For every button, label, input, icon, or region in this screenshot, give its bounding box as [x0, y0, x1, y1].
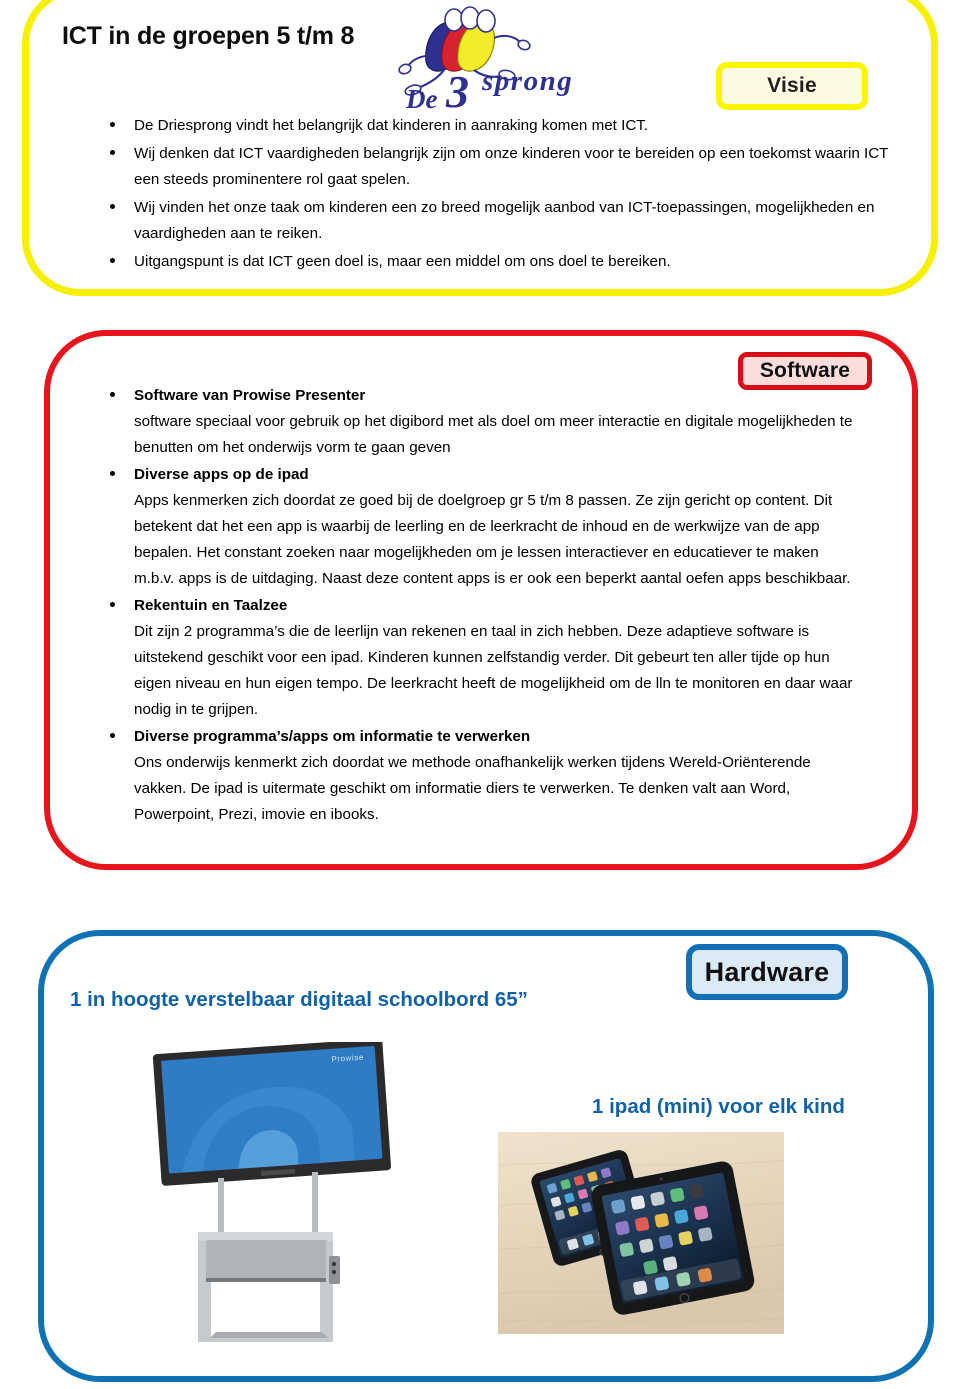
visie-bullet-text: Uitgangspunt is dat ICT geen doel is, ma…	[134, 253, 671, 270]
software-item-heading: Rekentuin en Taalzee	[134, 597, 288, 615]
list-item: Software van Prowise Presenter software …	[100, 383, 860, 460]
software-item-body: software speciaal voor gebruik op het di…	[134, 412, 853, 456]
list-item: Rekentuin en Taalzee Dit zijn 2 programm…	[100, 593, 860, 722]
visie-bullet-text: Wij denken dat ICT vaardigheden belangri…	[134, 145, 889, 188]
software-item-heading: Diverse apps op de ipad	[134, 466, 309, 484]
page-title: ICT in de groepen 5 t/m 8	[62, 22, 355, 50]
ipad-heading: 1 ipad (mini) voor elk kind	[592, 1095, 845, 1118]
svg-text:De: De	[405, 84, 437, 114]
badge-hardware: Hardware	[686, 944, 848, 1000]
schoolboard-heading: 1 in hoogte verstelbaar digitaal schoolb…	[70, 988, 528, 1011]
digital-schoolboard-image: Prowise	[140, 1038, 410, 1350]
software-item-body: Ons onderwijs kenmerkt zich doordat we m…	[134, 754, 811, 823]
badge-visie-label: Visie	[767, 74, 817, 97]
software-bullet-list: Software van Prowise Presenter software …	[100, 383, 860, 830]
list-item: De Driesprong vindt het belangrijk dat k…	[100, 113, 890, 139]
software-item-body: Dit zijn 2 programma’s die de leerlijn v…	[134, 623, 853, 718]
list-item: Wij denken dat ICT vaardigheden belangri…	[100, 141, 890, 193]
software-item-body: Apps kenmerken zich doordat ze goed bij …	[134, 492, 851, 587]
list-item: Diverse programma’s/apps om informatie t…	[100, 724, 860, 827]
svg-text:sprong: sprong	[481, 65, 573, 97]
badge-software-label: Software	[759, 359, 851, 382]
two-ipads-photo	[492, 1132, 791, 1334]
list-item: Wij vinden het onze taak om kinderen een…	[100, 195, 890, 247]
software-item-heading: Software van Prowise Presenter	[134, 387, 366, 404]
visie-bullet-text: Wij vinden het onze taak om kinderen een…	[134, 199, 875, 242]
badge-visie: Visie	[716, 62, 868, 110]
visie-bullet-text: De Driesprong vindt het belangrijk dat k…	[134, 117, 649, 134]
software-item-heading: Diverse programma’s/apps om informatie t…	[134, 728, 531, 746]
visie-bullet-list: De Driesprong vindt het belangrijk dat k…	[100, 113, 890, 277]
svg-text:3: 3	[445, 66, 469, 116]
list-item: Uitgangspunt is dat ICT geen doel is, ma…	[100, 249, 890, 275]
badge-hardware-label: Hardware	[704, 956, 830, 987]
list-item: Diverse apps op de ipad Apps kenmerken z…	[100, 462, 860, 591]
de-3sprong-logo: De 3 sprong	[398, 4, 618, 116]
